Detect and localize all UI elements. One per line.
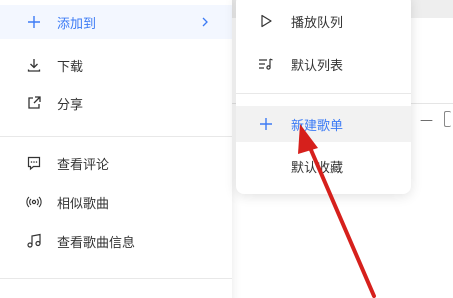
menu-item-label: 下载 xyxy=(57,59,84,75)
submenu-item-label: 默认收藏 xyxy=(291,160,344,176)
submenu-item-play-queue[interactable]: 播放队列 xyxy=(236,3,411,39)
submenu: 播放队列 默认列表 新建歌单 默认收藏 xyxy=(236,0,411,194)
menu-item-view-comments[interactable]: 查看评论 xyxy=(0,146,232,180)
comment-icon xyxy=(26,155,42,171)
menu-item-share[interactable]: 分享 xyxy=(0,86,232,120)
plus-icon xyxy=(26,14,42,30)
radio-waves-icon xyxy=(26,194,42,210)
submenu-item-label: 新建歌单 xyxy=(291,118,344,134)
window-control-icon[interactable] xyxy=(444,111,451,127)
chevron-right-icon xyxy=(201,13,209,32)
share-icon xyxy=(26,95,42,111)
menu-item-similar-songs[interactable]: 相似歌曲 xyxy=(0,185,232,219)
context-menu: 添加到 下载 分享 查看评论 相似歌曲 查看歌曲信息 xyxy=(0,0,232,298)
download-icon xyxy=(26,57,42,73)
submenu-divider xyxy=(236,93,411,94)
menu-item-add-to[interactable]: 添加到 xyxy=(0,5,232,39)
submenu-item-default-favorites[interactable]: 默认收藏 xyxy=(236,148,411,184)
submenu-item-default-list[interactable]: 默认列表 xyxy=(236,46,411,82)
menu-item-download[interactable]: 下载 xyxy=(0,48,232,82)
menu-item-song-info[interactable]: 查看歌曲信息 xyxy=(0,224,232,258)
submenu-item-new-playlist[interactable]: 新建歌单 xyxy=(236,106,411,142)
music-note-icon xyxy=(26,233,42,249)
play-icon xyxy=(258,13,274,29)
submenu-item-label: 播放队列 xyxy=(291,15,344,31)
plus-icon xyxy=(258,116,274,132)
minimize-icon[interactable]: — xyxy=(420,113,433,128)
menu-divider xyxy=(0,136,232,137)
menu-item-label: 查看歌曲信息 xyxy=(57,235,136,251)
menu-item-label: 查看评论 xyxy=(57,157,110,173)
submenu-item-label: 默认列表 xyxy=(291,58,344,74)
menu-item-label: 添加到 xyxy=(57,16,97,32)
menu-item-label: 相似歌曲 xyxy=(57,196,110,212)
menu-divider xyxy=(0,278,232,279)
playlist-icon xyxy=(258,56,274,72)
menu-item-label: 分享 xyxy=(57,97,84,113)
screen: — 添加到 下载 分享 查看评论 相似歌曲 查看歌曲信息 播放队列 默认列表 新… xyxy=(0,0,453,298)
